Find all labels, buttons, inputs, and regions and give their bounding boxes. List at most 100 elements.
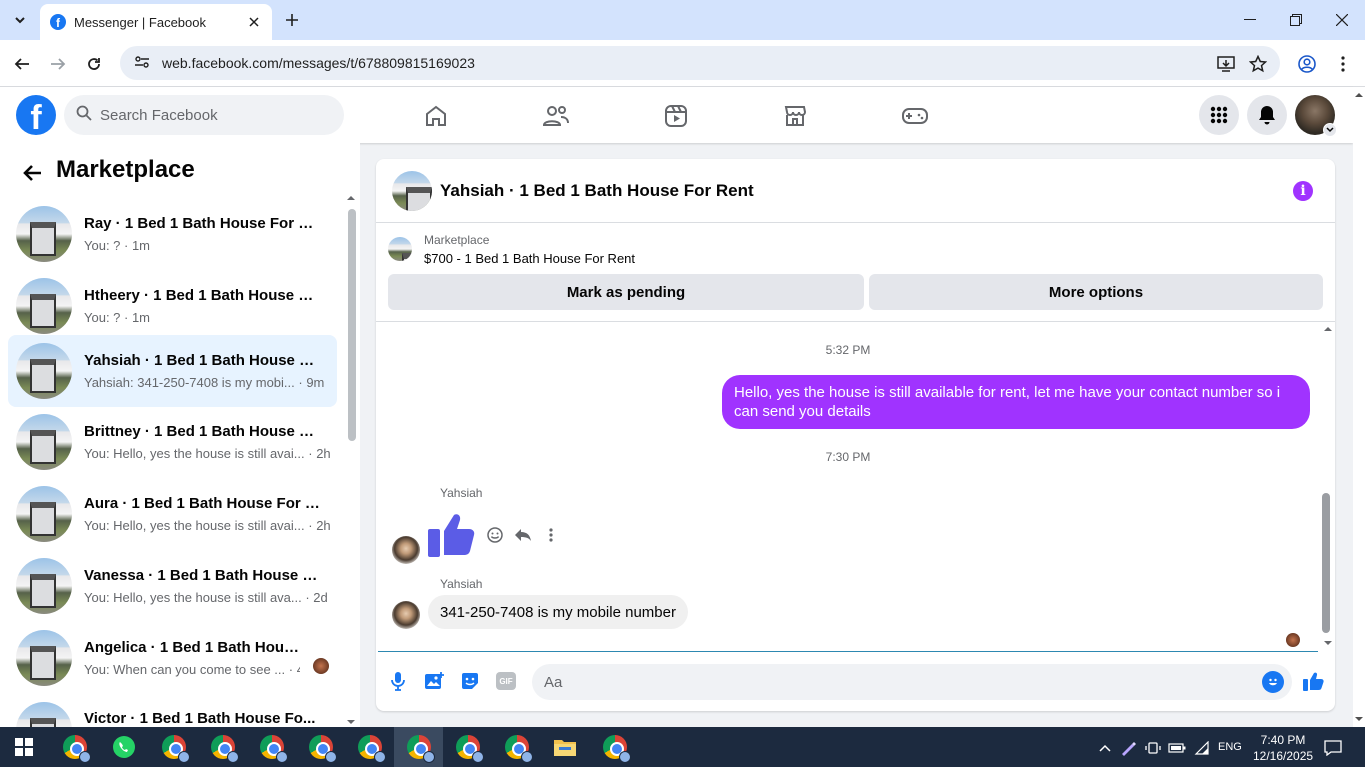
more-options-button[interactable]: More options bbox=[869, 274, 1323, 310]
more-actions-icon[interactable] bbox=[541, 525, 561, 545]
pen-icon[interactable] bbox=[1119, 739, 1137, 757]
tray-chevron-up-icon[interactable] bbox=[1096, 739, 1114, 757]
chrome-icon[interactable] bbox=[258, 733, 288, 763]
menu-grid-icon[interactable] bbox=[1199, 95, 1239, 135]
gaming-icon[interactable] bbox=[902, 103, 928, 129]
conversation-item[interactable]: Angelica · 1 Bed 1 Bath House ... You: Wh… bbox=[8, 622, 337, 694]
bookmark-star-icon[interactable] bbox=[1246, 52, 1270, 76]
facebook-logo-icon[interactable]: f bbox=[16, 95, 56, 135]
back-arrow-icon[interactable] bbox=[20, 161, 44, 185]
chrome-icon-active[interactable] bbox=[405, 733, 435, 763]
conversation-item[interactable]: Brittney · 1 Bed 1 Bath House For... You:… bbox=[8, 406, 337, 478]
sticker-icon[interactable] bbox=[458, 669, 482, 693]
marketplace-icon[interactable] bbox=[782, 103, 808, 129]
url-text: web.facebook.com/messages/t/678809815169… bbox=[162, 55, 475, 71]
listing-thumbnail bbox=[16, 278, 72, 334]
browser-menu-icon[interactable] bbox=[1331, 52, 1355, 76]
conversation-name: Aura · 1 Bed 1 Bath House For Re... bbox=[84, 495, 320, 512]
clock[interactable]: 7:40 PM 12/16/2025 bbox=[1253, 732, 1313, 764]
new-tab-plus-icon[interactable] bbox=[282, 10, 302, 30]
minimize-icon[interactable] bbox=[1227, 0, 1273, 40]
search-input[interactable]: Search Facebook bbox=[64, 95, 344, 135]
battery-icon[interactable] bbox=[1168, 739, 1186, 757]
chrome-icon[interactable] bbox=[454, 733, 484, 763]
friends-icon[interactable] bbox=[543, 103, 569, 129]
clock-time: 7:40 PM bbox=[1260, 733, 1306, 747]
restore-icon[interactable] bbox=[1273, 0, 1319, 40]
read-receipt-avatar bbox=[1286, 633, 1300, 647]
conversation-preview: You: ? · 1m bbox=[84, 238, 151, 253]
gif-label: GIF bbox=[496, 672, 516, 690]
conversation-preview: You: Hello, yes the house is still avai.… bbox=[84, 446, 331, 461]
conversation-preview: Yahsiah: 341-250-7408 is my mobi... · 9m bbox=[84, 375, 325, 390]
windows-start-icon[interactable] bbox=[10, 733, 38, 761]
close-window-icon[interactable] bbox=[1319, 0, 1365, 40]
composer-divider bbox=[378, 651, 1318, 652]
listing-thumbnail[interactable] bbox=[392, 171, 432, 211]
info-icon[interactable]: i bbox=[1293, 181, 1313, 201]
chrome-icon[interactable] bbox=[209, 733, 239, 763]
video-icon[interactable] bbox=[663, 103, 689, 129]
conversation-name: Angelica · 1 Bed 1 Bath House ... bbox=[84, 639, 300, 656]
chrome-icon[interactable] bbox=[61, 733, 91, 763]
conversation-name: Htheery · 1 Bed 1 Bath House Fo... bbox=[84, 287, 320, 304]
timestamp: 7:30 PM bbox=[825, 450, 871, 464]
conversation-item-active[interactable]: Yahsiah · 1 Bed 1 Bath House For... Yahsi… bbox=[8, 335, 337, 407]
chrome-icon[interactable] bbox=[160, 733, 190, 763]
windows-taskbar: ENG 7:40 PM 12/16/2025 bbox=[0, 727, 1365, 767]
sender-name: Yahsiah bbox=[440, 486, 483, 500]
chat-scroll-thumb[interactable] bbox=[1322, 493, 1330, 633]
browser-tab[interactable]: f Messenger | Facebook bbox=[40, 4, 272, 40]
listing-thumbnail bbox=[16, 630, 72, 686]
conversation-item[interactable]: Victor · 1 Bed 1 Bath House Fo... bbox=[8, 694, 337, 727]
wifi-icon[interactable] bbox=[1193, 739, 1211, 757]
back-arrow-icon[interactable] bbox=[10, 52, 34, 76]
close-tab-icon[interactable] bbox=[246, 14, 262, 30]
mark-as-pending-button[interactable]: Mark as pending bbox=[388, 274, 864, 310]
search-placeholder: Search Facebook bbox=[100, 106, 218, 124]
conversation-item[interactable]: Aura · 1 Bed 1 Bath House For Re... You: … bbox=[8, 478, 337, 550]
conversation-item[interactable]: Vanessa · 1 Bed 1 Bath House For... You: … bbox=[8, 550, 337, 622]
account-avatar[interactable] bbox=[1295, 95, 1337, 137]
chrome-icon[interactable] bbox=[356, 733, 386, 763]
photo-icon[interactable] bbox=[422, 669, 446, 693]
chrome-icon[interactable] bbox=[307, 733, 337, 763]
gif-icon[interactable]: GIF bbox=[494, 669, 518, 693]
language-indicator[interactable]: ENG bbox=[1218, 741, 1242, 753]
notifications-bell-icon[interactable] bbox=[1247, 95, 1287, 135]
listing-thumbnail bbox=[16, 558, 72, 614]
chrome-icon[interactable] bbox=[601, 733, 631, 763]
reply-icon[interactable] bbox=[513, 525, 533, 545]
conversation-preview: You: Hello, yes the house is still avai.… bbox=[84, 518, 331, 533]
install-app-icon[interactable] bbox=[1214, 52, 1238, 76]
marketplace-label: Marketplace bbox=[424, 233, 490, 247]
browser-toolbar: web.facebook.com/messages/t/678809815169… bbox=[0, 40, 1365, 87]
file-explorer-icon[interactable] bbox=[551, 733, 579, 761]
display-icon[interactable] bbox=[1144, 739, 1162, 757]
profile-icon[interactable] bbox=[1295, 52, 1319, 76]
emoji-icon[interactable] bbox=[1262, 671, 1284, 693]
page-scrollbar[interactable] bbox=[1353, 87, 1365, 727]
whatsapp-icon[interactable] bbox=[110, 733, 138, 761]
forward-arrow-icon[interactable] bbox=[46, 52, 70, 76]
conversation-item[interactable]: Ray · 1 Bed 1 Bath House For Rent You: ? … bbox=[8, 198, 337, 270]
reload-icon[interactable] bbox=[82, 52, 106, 76]
tab-search-chevron-icon[interactable] bbox=[8, 8, 32, 32]
message-input[interactable]: Aa bbox=[532, 664, 1292, 700]
react-emoji-icon[interactable] bbox=[485, 525, 505, 545]
outgoing-message[interactable]: Hello, yes the house is still available … bbox=[722, 375, 1310, 429]
like-send-icon[interactable] bbox=[1301, 669, 1325, 693]
home-icon[interactable] bbox=[423, 103, 449, 129]
address-bar[interactable]: web.facebook.com/messages/t/678809815169… bbox=[120, 46, 1280, 80]
chrome-icon[interactable] bbox=[503, 733, 533, 763]
conversation-name: Brittney · 1 Bed 1 Bath House For... bbox=[84, 423, 320, 440]
conversation-item[interactable]: Htheery · 1 Bed 1 Bath House Fo... You: ?… bbox=[8, 270, 337, 342]
notification-center-icon[interactable] bbox=[1324, 739, 1342, 757]
incoming-message[interactable]: 341-250-7408 is my mobile number bbox=[428, 595, 688, 629]
microphone-icon[interactable] bbox=[386, 669, 410, 693]
site-settings-icon[interactable] bbox=[134, 54, 150, 73]
thumbs-up-icon[interactable] bbox=[426, 509, 478, 561]
listing-title[interactable]: $700 - 1 Bed 1 Bath House For Rent bbox=[424, 251, 635, 266]
sidebar-scroll-thumb[interactable] bbox=[348, 209, 356, 441]
chat-title[interactable]: Yahsiah · 1 Bed 1 Bath House For Rent bbox=[440, 181, 754, 201]
